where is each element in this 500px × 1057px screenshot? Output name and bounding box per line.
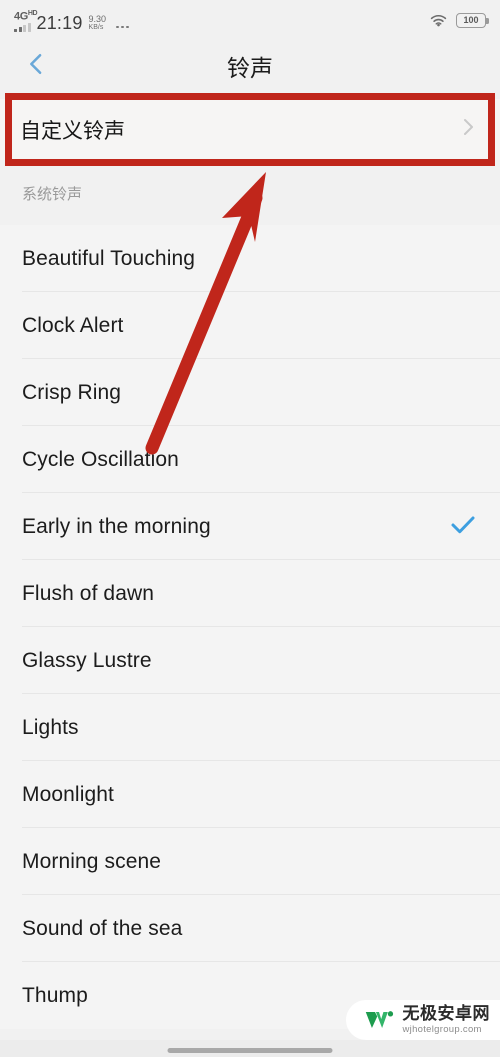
battery-level-label: 100 <box>463 14 479 25</box>
ringtone-list-item[interactable]: Cycle Oscillation <box>0 426 500 493</box>
ringtone-name: Clock Alert <box>22 313 124 337</box>
system-navigation-bar <box>0 1040 500 1057</box>
page-title: 铃声 <box>227 55 273 81</box>
ringtone-list-item[interactable]: Flush of dawn <box>0 560 500 627</box>
status-bar-left: 4GHD 21:19 9.30 KB/s <box>14 8 129 32</box>
ringtone-name: Flush of dawn <box>22 581 155 605</box>
battery-icon: 100 <box>456 12 489 28</box>
check-icon <box>448 509 478 544</box>
ringtone-name: Thump <box>22 983 88 1007</box>
ringtone-list: Beautiful Touching Clock Alert Crisp Ring C… <box>0 225 500 1029</box>
app-header: 铃声 <box>0 40 500 92</box>
watermark-site-name: 无极安卓网 <box>402 1004 490 1024</box>
ringtone-list-item[interactable]: Sound of the sea <box>0 895 500 962</box>
status-bar-right: 100 <box>429 12 489 28</box>
wifi-icon <box>429 13 448 27</box>
more-dots-icon <box>116 25 129 28</box>
ringtone-list-item[interactable]: Lights <box>0 694 500 761</box>
status-bar: 4GHD 21:19 9.30 KB/s 100 <box>0 0 500 40</box>
ringtone-name: Beautiful Touching <box>22 246 196 270</box>
custom-ringtone-row[interactable]: 自定义铃声 <box>0 99 500 160</box>
ringtone-list-item[interactable]: Crisp Ring <box>0 359 500 426</box>
watermark: 无极安卓网 wjhotelgroup.com <box>345 1000 500 1040</box>
ringtone-list-item[interactable]: Early in the morning <box>0 493 500 560</box>
ringtone-list-item[interactable]: Beautiful Touching <box>0 225 500 292</box>
ringtone-name: Moonlight <box>22 782 114 806</box>
watermark-url: wjhotelgroup.com <box>402 1024 482 1036</box>
home-indicator[interactable] <box>167 1048 333 1053</box>
section-header-system-ringtones: 系统铃声 <box>22 185 83 203</box>
network-speed-value: 9.30 <box>88 14 107 24</box>
chevron-right-icon <box>456 115 480 144</box>
w-logo-icon <box>364 1008 394 1032</box>
ringtone-list-item[interactable]: Glassy Lustre <box>0 627 500 694</box>
ringtone-list-item[interactable]: Morning scene <box>0 828 500 895</box>
ringtone-list-item[interactable]: Moonlight <box>0 761 500 828</box>
ringtone-list-item[interactable]: Clock Alert <box>0 292 500 359</box>
signal-bars-icon <box>14 23 31 32</box>
network-type-label: 4GHD <box>14 10 38 23</box>
ringtone-name: Crisp Ring <box>22 380 122 404</box>
network-speed-unit: KB/s <box>88 24 104 31</box>
ringtone-name: Early in the morning <box>22 514 211 538</box>
custom-ringtone-label: 自定义铃声 <box>20 119 125 143</box>
ringtone-name: Cycle Oscillation <box>22 447 179 471</box>
ringtone-name: Morning scene <box>22 849 162 873</box>
ringtone-name: Lights <box>22 715 79 739</box>
watermark-text: 无极安卓网 wjhotelgroup.com <box>403 1005 491 1035</box>
cellular-signal-icon: 4GHD <box>14 8 38 32</box>
ringtone-name: Sound of the sea <box>22 916 183 940</box>
ringtone-name: Glassy Lustre <box>22 648 152 672</box>
network-speed-indicator: 9.30 KB/s <box>88 14 107 32</box>
status-bar-clock: 21:19 <box>36 13 83 33</box>
